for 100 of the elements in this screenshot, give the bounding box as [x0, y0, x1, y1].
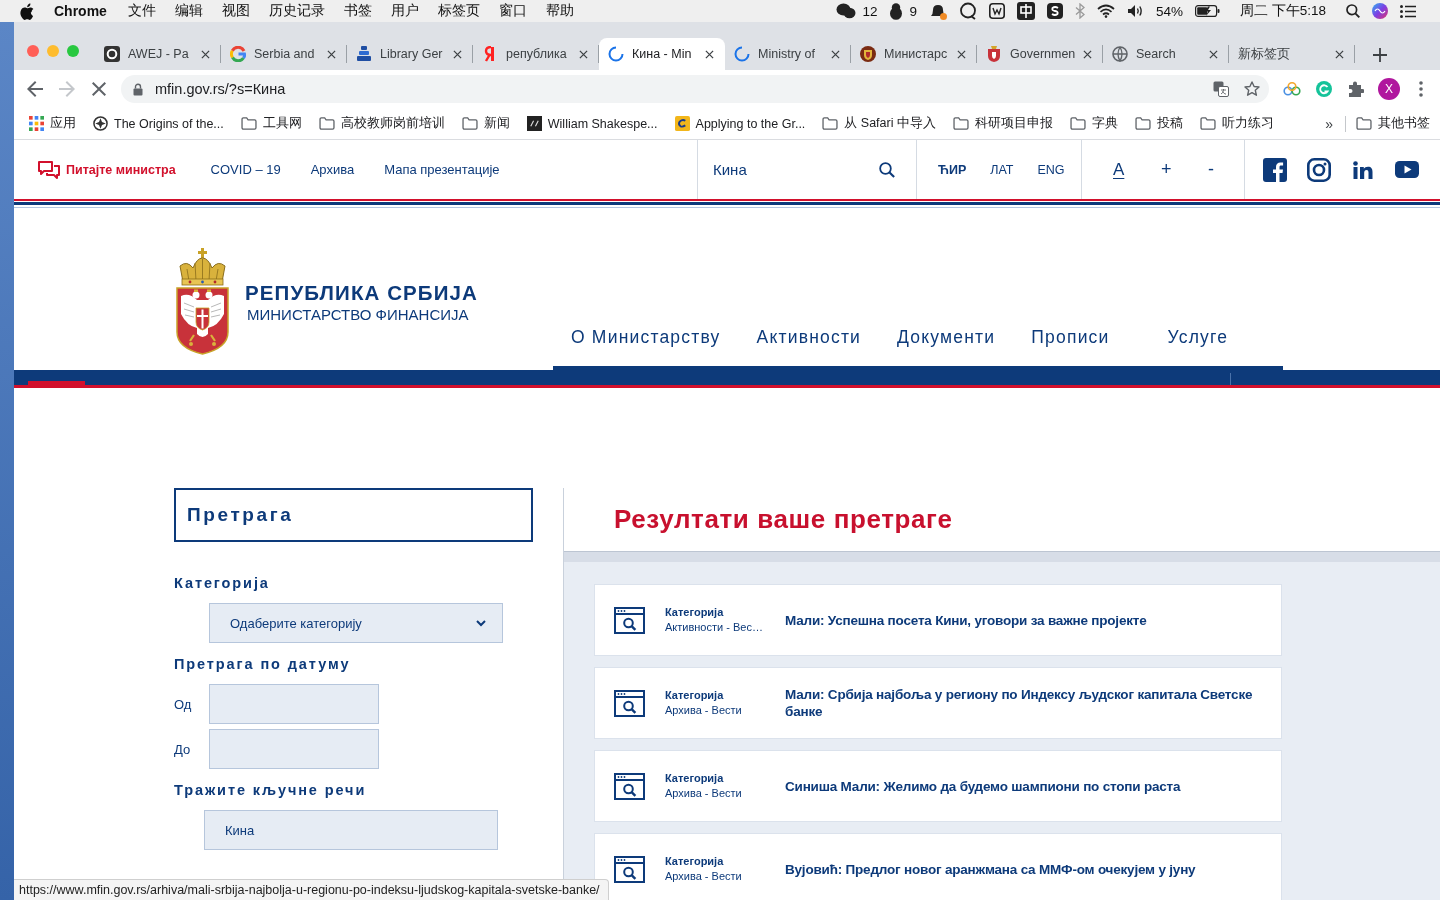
bookmark-item[interactable]: William Shakespe... [526, 116, 658, 131]
bell-icon[interactable] [928, 2, 947, 20]
profile-button[interactable]: X [1378, 78, 1400, 100]
bookmark-item[interactable]: 科研项目申报 [952, 115, 1053, 132]
app-icon[interactable] [1016, 2, 1035, 20]
battery-icon[interactable] [1194, 5, 1220, 17]
app-icon[interactable] [1046, 3, 1063, 19]
top-nav-link[interactable]: Архива [310, 162, 355, 177]
menu-icon[interactable] [1419, 81, 1423, 97]
date-input-field[interactable] [209, 684, 379, 724]
menu-icon[interactable] [1400, 4, 1416, 18]
category-dropdown[interactable]: Одаберите категорију [209, 603, 503, 643]
browser-tab[interactable]: Serbia and [221, 38, 347, 70]
browser-tab[interactable]: AWEJ - Pa [95, 38, 221, 70]
linkedin-icon[interactable] [1353, 160, 1373, 179]
language-link[interactable]: ЋИР [938, 162, 967, 177]
bookmark-item[interactable]: The Origins of the... [93, 116, 224, 131]
browser-tab[interactable]: република [473, 38, 599, 70]
result-title-link[interactable]: Синиша Мали: Желимо да будемо шампиони по стопи раста [785, 777, 1181, 795]
menu-item[interactable]: 标签页 [437, 2, 480, 20]
puzzle-icon[interactable] [1348, 81, 1364, 97]
bookmark-item[interactable]: 应用 [29, 115, 76, 132]
menu-item[interactable]: 窗口 [498, 2, 527, 20]
app-icon[interactable] [988, 3, 1005, 19]
menu-item[interactable]: 历史记录 [268, 2, 325, 20]
close-icon[interactable] [957, 49, 966, 59]
facebook-icon[interactable] [1263, 157, 1287, 182]
cross-icon[interactable] [92, 82, 106, 96]
browser-tab[interactable]: Министарс [851, 38, 977, 70]
volume-icon[interactable] [1126, 4, 1144, 18]
main-nav-link[interactable]: О Министарству [571, 326, 721, 348]
siri-icon[interactable] [1372, 3, 1388, 19]
close-icon[interactable] [579, 49, 588, 59]
result-title-link[interactable]: Мали: Србија најбоља у региону по Индексу људског капитала Светске банке [785, 686, 1263, 720]
date-input-field[interactable] [209, 729, 379, 769]
chat-icon[interactable] [958, 2, 977, 20]
rings-icon[interactable] [1283, 82, 1301, 96]
browser-tab[interactable]: Search [1103, 38, 1229, 70]
browser-tab[interactable]: Governmen [977, 38, 1103, 70]
star-icon[interactable] [1244, 81, 1260, 97]
bookmark-item[interactable]: Applying to the Gr... [674, 116, 806, 131]
bookmark-item[interactable]: 新闻 [461, 115, 510, 132]
more-bookmarks-button[interactable]: » [1325, 115, 1333, 132]
menu-item[interactable]: 文件 [127, 2, 156, 20]
youtube-icon[interactable] [1395, 161, 1419, 178]
translate-icon[interactable] [1213, 81, 1229, 97]
chat-bubbles-icon[interactable] [836, 3, 857, 19]
result-title-link[interactable]: Вујовић: Предлог новог аранжмана са ММФ-ом очекујем у јуну [785, 860, 1196, 878]
back-arrow-icon[interactable] [27, 81, 43, 97]
result-card[interactable]: Категорија Архива - Вести Мали: Србија најбоља у региону по Индексу људског капитала Светске банке [594, 667, 1282, 739]
menu-item[interactable]: 书签 [343, 2, 372, 20]
site-subtitle[interactable]: МИНИСТАРСТВО ФИНАНСИЈА [247, 304, 478, 324]
app-menu[interactable]: Chrome [54, 3, 107, 19]
browser-tab[interactable]: Кина - Min [599, 38, 725, 70]
site-title[interactable]: РЕПУБЛИКА СРБИЈА [245, 279, 478, 305]
clock[interactable]: 周二 下午5:18 [1239, 2, 1326, 20]
ask-minister-link[interactable]: Питајте министра [38, 160, 176, 179]
search-icon[interactable] [879, 161, 895, 178]
close-icon[interactable] [831, 49, 840, 59]
menu-item[interactable]: 视图 [221, 2, 250, 20]
close-icon[interactable] [201, 49, 210, 59]
browser-tab[interactable]: 新标签页 [1229, 38, 1355, 70]
close-icon[interactable] [1335, 49, 1344, 59]
top-nav-link[interactable]: Мапа презентације [384, 162, 500, 177]
bookmark-item[interactable]: 投稿 [1134, 115, 1183, 132]
keywords-input-field[interactable]: Кина [204, 810, 498, 850]
result-card[interactable]: Категорија Активности - Вес… Мали: Успешна посета Кини, уговори за важне пројекте [594, 584, 1282, 656]
bookmark-item[interactable]: 听力练习 [1199, 115, 1274, 132]
instagram-icon[interactable] [1307, 157, 1331, 182]
menu-item[interactable]: 用户 [390, 2, 419, 20]
bookmark-item[interactable]: 从 Safari 中导入 [822, 115, 936, 132]
coat-of-arms-icon[interactable] [175, 248, 230, 355]
bookmark-item[interactable]: 高校教师岗前培训 [318, 115, 445, 132]
result-card[interactable]: Категорија Архива - Вести Синиша Мали: Желимо да будемо шампиони по стопи раста [594, 750, 1282, 822]
lock-icon[interactable] [133, 82, 143, 96]
close-icon[interactable] [327, 49, 336, 59]
bookmark-item[interactable]: 工具网 [240, 115, 302, 132]
close-icon[interactable] [1083, 49, 1092, 59]
browser-tab[interactable]: Library Ger [347, 38, 473, 70]
main-nav-link[interactable]: Документи [897, 326, 996, 348]
browser-tab[interactable]: Ministry of [725, 38, 851, 70]
result-title-link[interactable]: Мали: Успешна посета Кини, уговори за важне пројекте [785, 611, 1147, 629]
bookmark-item[interactable]: 字典 [1069, 115, 1118, 132]
close-icon[interactable] [705, 49, 714, 59]
apple-icon[interactable] [20, 2, 34, 20]
font-size-button[interactable]: + [1160, 159, 1172, 180]
menu-item[interactable]: 编辑 [174, 2, 203, 20]
close-icon[interactable] [453, 49, 462, 59]
plus-icon[interactable] [1373, 48, 1387, 62]
address-bar[interactable]: mfin.gov.rs/?s=Кина [121, 75, 1269, 103]
language-link[interactable]: ENG [1037, 162, 1065, 177]
main-nav-link[interactable]: Услуге [1167, 326, 1229, 348]
main-nav-link[interactable]: Активности [756, 326, 862, 348]
language-link[interactable]: ЛАТ [990, 162, 1014, 177]
font-size-button[interactable]: - [1208, 159, 1214, 180]
top-nav-link[interactable]: COVID – 19 [210, 162, 281, 177]
main-nav-link[interactable]: Прописи [1031, 326, 1110, 348]
penguin-icon[interactable] [889, 2, 904, 20]
menu-item[interactable]: 帮助 [545, 2, 574, 20]
close-icon[interactable] [1209, 49, 1218, 59]
